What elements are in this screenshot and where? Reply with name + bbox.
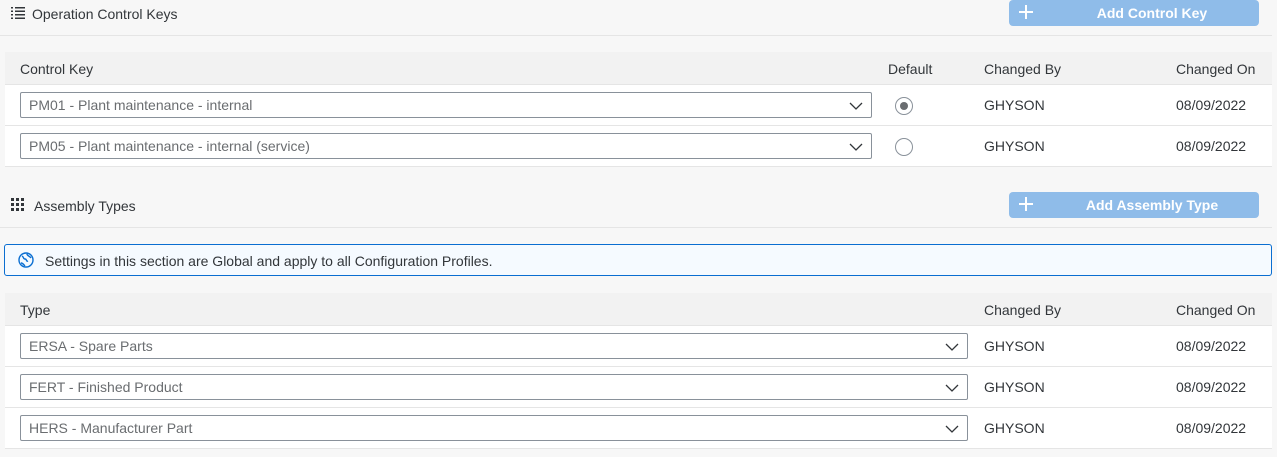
control-key-select[interactable]: PM05 - Plant maintenance - internal (ser… — [20, 133, 872, 159]
table-row: FERT - Finished Product GHYSON 08/09/202… — [5, 367, 1272, 408]
column-header-changed-on: Changed On — [1176, 302, 1256, 318]
add-assembly-type-button[interactable]: Add Assembly Type — [1009, 192, 1259, 218]
assembly-type-select[interactable]: ERSA - Spare Parts — [20, 333, 968, 359]
table-row: ERSA - Spare Parts GHYSON 08/09/2022 — [5, 326, 1272, 367]
changed-by: GHYSON — [984, 138, 1045, 154]
column-header-changed-on: Changed On — [1176, 61, 1256, 77]
add-control-key-button[interactable]: Add Control Key — [1009, 0, 1259, 26]
changed-by: GHYSON — [984, 379, 1045, 395]
control-keys-header: Operation Control Keys Add Control Key — [0, 0, 1272, 36]
globe-icon — [18, 252, 34, 268]
chevron-down-icon — [849, 102, 863, 110]
radio-selected-dot — [900, 102, 908, 110]
changed-by: GHYSON — [984, 97, 1045, 113]
column-header-control-key: Control Key — [20, 61, 94, 77]
grid-icon — [11, 198, 24, 211]
column-header-changed-by: Changed By — [984, 302, 1062, 318]
assembly-type-select[interactable]: HERS - Manufacturer Part — [20, 415, 968, 441]
list-icon — [11, 7, 25, 19]
changed-on: 08/09/2022 — [1176, 379, 1247, 395]
changed-on: 08/09/2022 — [1176, 97, 1247, 113]
column-header-type: Type — [20, 302, 51, 318]
global-settings-info: Settings in this section are Global and … — [4, 244, 1272, 276]
table-row: HERS - Manufacturer Part GHYSON 08/09/20… — [5, 408, 1272, 449]
assembly-types-title: Assembly Types — [34, 198, 136, 214]
column-header-changed-by: Changed By — [984, 61, 1062, 77]
info-message: Settings in this section are Global and … — [45, 253, 493, 269]
assembly-type-select[interactable]: FERT - Finished Product — [20, 374, 968, 400]
chevron-down-icon — [945, 384, 959, 392]
table-row: PM01 - Plant maintenance - internal GHYS… — [5, 85, 1272, 126]
table-row: PM05 - Plant maintenance - internal (ser… — [5, 126, 1272, 167]
plus-icon — [1019, 5, 1033, 19]
changed-on: 08/09/2022 — [1176, 338, 1247, 354]
chevron-down-icon — [945, 425, 959, 433]
assembly-types-table: Type Changed By Changed On ERSA - Spare … — [5, 293, 1272, 449]
changed-by: GHYSON — [984, 420, 1045, 436]
table-header: Control Key Default Changed By Changed O… — [5, 52, 1272, 85]
control-keys-table: Control Key Default Changed By Changed O… — [5, 52, 1272, 167]
default-radio[interactable] — [895, 97, 913, 115]
changed-by: GHYSON — [984, 338, 1045, 354]
chevron-down-icon — [849, 143, 863, 151]
changed-on: 08/09/2022 — [1176, 138, 1247, 154]
plus-icon — [1019, 197, 1033, 211]
changed-on: 08/09/2022 — [1176, 420, 1247, 436]
control-key-select[interactable]: PM01 - Plant maintenance - internal — [20, 92, 872, 118]
default-radio[interactable] — [895, 138, 913, 156]
table-header: Type Changed By Changed On — [5, 293, 1272, 326]
control-keys-title: Operation Control Keys — [32, 6, 178, 22]
chevron-down-icon — [945, 343, 959, 351]
assembly-types-header: Assembly Types Add Assembly Type — [0, 192, 1272, 228]
column-header-default: Default — [888, 61, 933, 77]
